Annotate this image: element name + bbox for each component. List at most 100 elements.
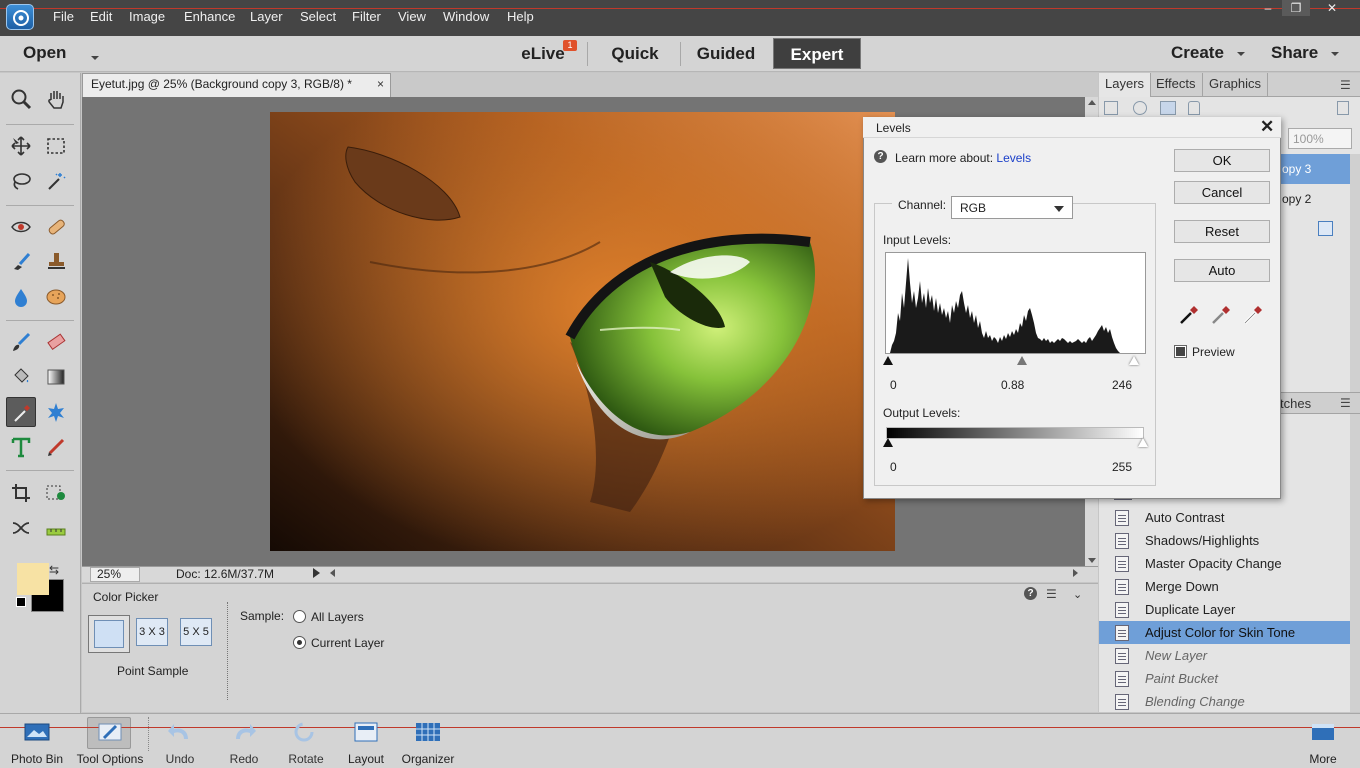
history-panel-menu-icon[interactable]: ☰: [1340, 396, 1351, 410]
black-point-eyedropper-icon[interactable]: [1178, 302, 1200, 329]
ok-button[interactable]: OK: [1174, 149, 1270, 172]
marquee-tool-icon[interactable]: [41, 131, 71, 161]
eraser-tool-icon[interactable]: [41, 327, 71, 357]
gradient-tool-icon[interactable]: [41, 362, 71, 392]
content-aware-move-tool-icon[interactable]: [6, 513, 36, 543]
document-tab[interactable]: Eyetut.jpg @ 25% (Background copy 3, RGB…: [82, 73, 391, 97]
adjustment-layer-icon[interactable]: [1133, 101, 1147, 115]
paint-bucket-tool-icon[interactable]: [6, 362, 36, 392]
menu-layer[interactable]: Layer: [250, 9, 283, 24]
tab-history-partial[interactable]: tches: [1280, 396, 1311, 411]
new-layer-icon[interactable]: [1104, 101, 1118, 115]
current-layer-label[interactable]: Current Layer: [311, 636, 384, 650]
channel-select[interactable]: RGB: [951, 196, 1073, 219]
history-item[interactable]: New Layer: [1099, 644, 1350, 667]
output-white-value[interactable]: 255: [1112, 460, 1132, 474]
clone-stamp-tool-icon[interactable]: [41, 246, 71, 276]
tab-layers[interactable]: Layers: [1099, 73, 1152, 97]
type-tool-icon[interactable]: [6, 432, 36, 462]
share-button[interactable]: Share: [1271, 43, 1339, 63]
rotate-button[interactable]: Rotate: [282, 713, 330, 768]
current-layer-radio[interactable]: [293, 636, 306, 649]
history-item[interactable]: Shadows/Highlights: [1099, 529, 1350, 552]
tool-options-button[interactable]: Tool Options: [72, 713, 148, 768]
history-scrollbar[interactable]: [1350, 414, 1360, 712]
menu-view[interactable]: View: [398, 9, 426, 24]
output-white-slider[interactable]: [1138, 438, 1148, 447]
blur-tool-icon[interactable]: [6, 282, 36, 312]
menu-filter[interactable]: Filter: [352, 9, 381, 24]
sample-3x3-button[interactable]: 3 X 3: [136, 618, 168, 646]
cancel-button[interactable]: Cancel: [1174, 181, 1270, 204]
layer-mask-icon[interactable]: [1160, 101, 1176, 115]
more-button[interactable]: More: [1300, 713, 1346, 768]
tab-graphics[interactable]: Graphics: [1203, 73, 1269, 97]
open-dropdown-caret-icon[interactable]: [91, 50, 99, 64]
sponge-tool-icon[interactable]: [41, 282, 71, 312]
brush-tool-icon[interactable]: [6, 327, 36, 357]
gray-point-eyedropper-icon[interactable]: [1210, 302, 1232, 329]
lock-icon[interactable]: [1188, 101, 1200, 115]
delete-layer-icon[interactable]: [1337, 101, 1349, 115]
redo-button[interactable]: Redo: [220, 713, 268, 768]
menu-edit[interactable]: Edit: [90, 9, 112, 24]
organizer-button[interactable]: Organizer: [398, 713, 458, 768]
default-colors-icon[interactable]: [16, 597, 26, 607]
all-layers-radio[interactable]: [293, 610, 306, 623]
menu-image[interactable]: Image: [129, 9, 165, 24]
layers-scrollbar[interactable]: [1350, 154, 1360, 392]
output-black-slider[interactable]: [883, 438, 893, 447]
history-item[interactable]: Duplicate Layer: [1099, 598, 1350, 621]
opacity-field[interactable]: 100%: [1288, 128, 1352, 149]
preview-label[interactable]: Preview: [1192, 345, 1235, 359]
history-item[interactable]: Auto Contrast: [1099, 506, 1350, 529]
tab-effects[interactable]: Effects: [1150, 73, 1203, 97]
preview-checkbox[interactable]: [1174, 345, 1187, 358]
input-black-value[interactable]: 0: [890, 378, 897, 392]
auto-button[interactable]: Auto: [1174, 259, 1270, 282]
menu-file[interactable]: File: [53, 9, 74, 24]
input-white-slider[interactable]: [1129, 356, 1139, 365]
straighten-tool-icon[interactable]: [41, 513, 71, 543]
lasso-tool-icon[interactable]: [6, 166, 36, 196]
photo-bin-button[interactable]: Photo Bin: [6, 713, 68, 768]
reset-button[interactable]: Reset: [1174, 220, 1270, 243]
magic-wand-tool-icon[interactable]: [41, 166, 71, 196]
smart-brush-tool-icon[interactable]: [6, 246, 36, 276]
sample-5x5-button[interactable]: 5 X 5: [180, 618, 212, 646]
panel-menu-icon[interactable]: ☰: [1340, 78, 1351, 92]
close-document-icon[interactable]: ×: [377, 77, 384, 91]
history-item[interactable]: Adjust Color for Skin Tone: [1099, 621, 1350, 644]
point-sample-button[interactable]: [88, 615, 130, 653]
layout-button[interactable]: Layout: [342, 713, 390, 768]
help-icon[interactable]: ?: [1024, 587, 1037, 600]
undo-button[interactable]: Undo: [156, 713, 204, 768]
swap-colors-icon[interactable]: ⇆: [49, 563, 59, 577]
collapse-options-chevron-down-icon[interactable]: ⌄: [1073, 588, 1082, 601]
tab-guided[interactable]: Guided: [690, 38, 762, 69]
history-item[interactable]: Blending Change: [1099, 690, 1350, 713]
move-tool-icon[interactable]: [6, 131, 36, 161]
layer-name[interactable]: opy 2: [1282, 192, 1311, 206]
output-black-value[interactable]: 0: [890, 460, 897, 474]
menu-help[interactable]: Help: [507, 9, 534, 24]
close-icon[interactable]: ✕: [1260, 117, 1274, 137]
input-gamma-value[interactable]: 0.88: [1001, 378, 1024, 392]
status-menu-arrow-icon[interactable]: [313, 568, 320, 578]
document-image[interactable]: [270, 112, 895, 551]
tab-expert[interactable]: Expert: [773, 38, 861, 69]
history-item[interactable]: Paint Bucket: [1099, 667, 1350, 690]
scroll-left-arrow-icon[interactable]: [330, 569, 335, 577]
all-layers-label[interactable]: All Layers: [311, 610, 364, 624]
pencil-tool-icon[interactable]: [41, 432, 71, 462]
layer-link-icon[interactable]: [1318, 221, 1333, 236]
restore-button[interactable]: ❐: [1282, 0, 1310, 16]
menu-window[interactable]: Window: [443, 9, 489, 24]
zoom-field[interactable]: 25%: [90, 567, 140, 582]
recompose-tool-icon[interactable]: [41, 478, 71, 508]
input-white-value[interactable]: 246: [1112, 378, 1132, 392]
app-logo-icon[interactable]: [6, 4, 34, 30]
minimize-button[interactable]: –: [1254, 0, 1282, 16]
tab-quick[interactable]: Quick: [600, 38, 670, 69]
history-item[interactable]: Merge Down: [1099, 575, 1350, 598]
